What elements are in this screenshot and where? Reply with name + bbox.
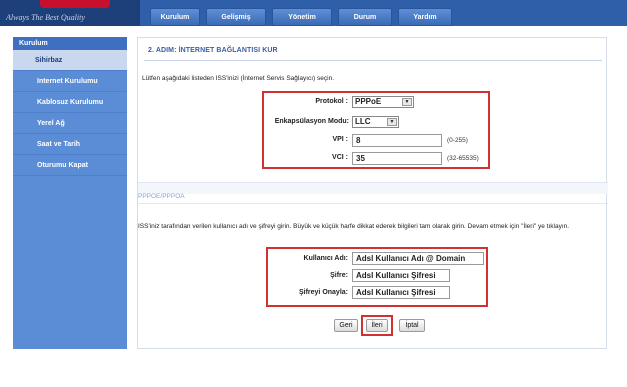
tab-kurulum[interactable]: Kurulum [150,8,200,26]
vpi-range: (0-255) [447,137,468,144]
encapsulation-label: Enkapsülasyon Modu: [274,118,349,125]
tab-durum[interactable]: Durum [338,8,392,26]
section-divider [138,203,608,204]
section-title: PPPOE/PPPOA [138,193,185,200]
main-panel: 2. ADIM: İNTERNET BAĞLANTISI KUR Lütfen … [137,37,608,349]
sidebar-item-internet-kurulumu[interactable]: Internet Kurulumu [13,71,127,92]
sidebar-title: Kurulum [13,37,127,50]
main-tabs: Kurulum Gelişmiş Yönetim Durum Yardım [150,8,458,26]
password-input[interactable]: Adsl Kullanıcı Şifresi [352,269,450,282]
tab-yardim[interactable]: Yardım [398,8,452,26]
chevron-down-icon: ▼ [387,118,397,126]
top-header: Always The Best Quality Kurulum Gelişmiş… [0,0,627,26]
protocol-value: PPPoE [355,97,382,106]
protocol-label: Protokol : [315,98,348,105]
vci-input[interactable]: 35 [352,152,442,165]
page-title: 2. ADIM: İNTERNET BAĞLANTISI KUR [148,47,278,54]
confirm-password-input[interactable]: Adsl Kullanıcı Şifresi [352,286,450,299]
section-band [138,182,608,194]
brand-logo: Always The Best Quality [0,0,140,26]
sidebar-item-yerel-ag[interactable]: Yerel Ağ [13,113,127,134]
logo-mark [40,0,110,8]
sidebar-item-sihirbaz[interactable]: Sihirbaz [13,50,127,71]
back-button[interactable]: Geri [334,319,358,332]
sidebar-item-saat-ve-tarih[interactable]: Saat ve Tarih [13,134,127,155]
next-button[interactable]: İleri [366,319,388,332]
section-description: ISS'iniz tarafından verilen kullanıcı ad… [138,223,570,230]
encapsulation-value: LLC [355,117,371,126]
confirm-password-label: Şifreyi Onayla: [298,289,348,296]
page-footer [0,350,627,387]
vpi-label: VPI : [332,136,348,143]
sidebar: Kurulum Sihirbaz Internet Kurulumu Kablo… [13,37,127,349]
tab-yonetim[interactable]: Yönetim [272,8,332,26]
title-divider [144,60,602,61]
protocol-select[interactable]: PPPoE ▼ [352,96,414,108]
password-label: Şifre: [330,272,348,279]
intro-text: Lütfen aşağıdaki listeden ISS'inizi (İnt… [142,75,335,82]
sidebar-item-oturumu-kapat[interactable]: Oturumu Kapat [13,155,127,176]
chevron-down-icon: ▼ [402,98,412,106]
vci-label: VCI : [332,154,348,161]
sidebar-item-kablosuz-kurulumu[interactable]: Kablosuz Kurulumu [13,92,127,113]
cancel-button[interactable]: İptal [399,319,425,332]
encapsulation-select[interactable]: LLC ▼ [352,116,399,128]
vci-range: (32-65535) [447,155,479,162]
vpi-input[interactable]: 8 [352,134,442,147]
username-input[interactable]: Adsl Kullanıcı Adı @ Domain [352,252,484,265]
tab-gelismis[interactable]: Gelişmiş [206,8,266,26]
username-label: Kullanıcı Adı: [303,255,348,262]
brand-slogan: Always The Best Quality [6,13,85,22]
